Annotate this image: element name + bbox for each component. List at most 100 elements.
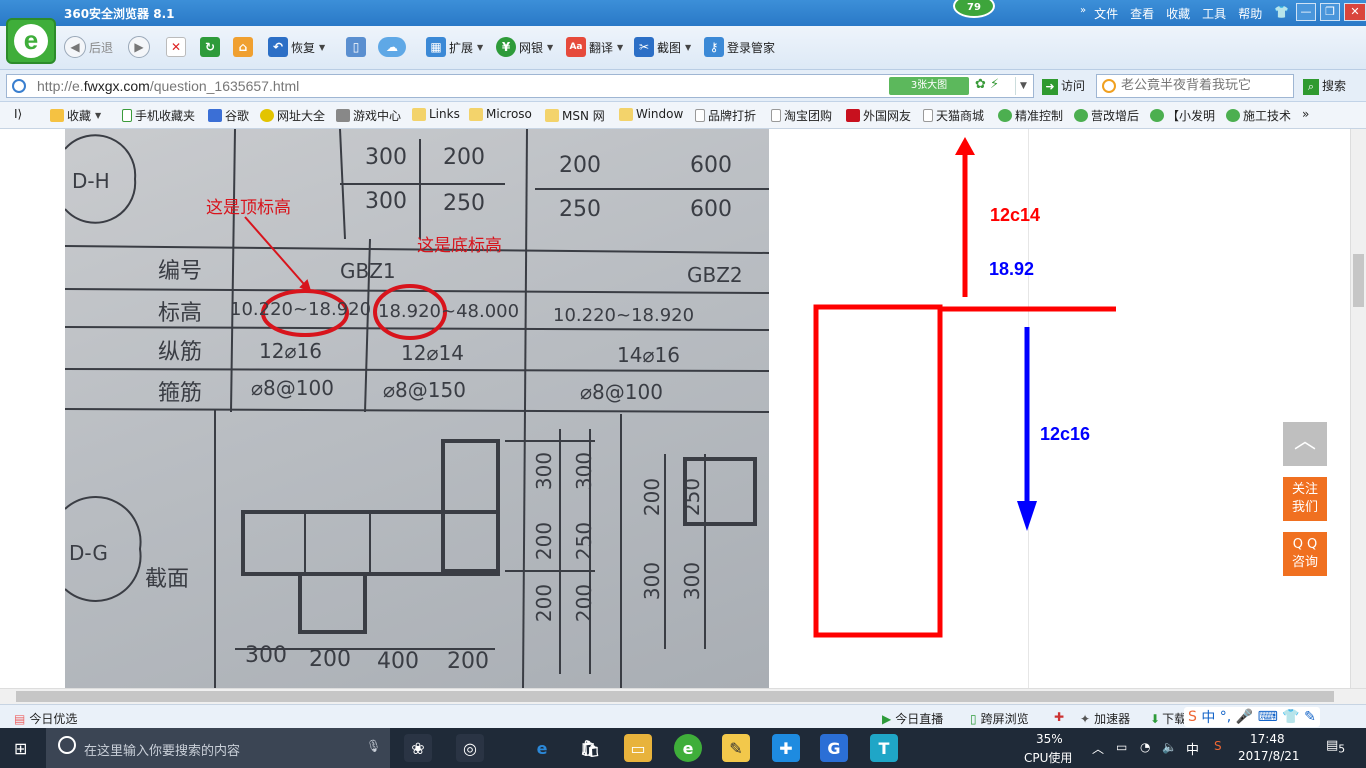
more-bookmarks-icon[interactable]: » — [1302, 107, 1309, 121]
window-title: 360安全浏览器 8.1 — [64, 7, 175, 21]
screenshot-button[interactable]: ✂ 截图 ▼ — [634, 36, 691, 58]
url-text[interactable]: http://e.fwxgx.com/question_1635657.html — [37, 78, 299, 94]
taskbar-search[interactable]: 在这里输入你要搜索的内容 🎙 — [46, 728, 390, 768]
bank-button[interactable]: ¥ 网银 ▼ — [496, 36, 553, 58]
bookmark-item[interactable]: Microso — [469, 107, 532, 121]
go-arrow-icon: ➜ — [1042, 79, 1058, 95]
gbz1-label: GBZ1 — [340, 259, 396, 283]
ime-indicator[interactable]: 中 — [1186, 739, 1199, 758]
plugin-icon[interactable]: ✚ — [1054, 710, 1064, 724]
big-pic-button[interactable]: 3张大图 — [889, 77, 969, 95]
app-swirl-icon[interactable]: ◎ — [456, 734, 484, 762]
search-button[interactable]: ⌕ 搜索 — [1303, 77, 1346, 95]
stop-button[interactable]: ✕ — [166, 36, 189, 58]
menu-tools[interactable]: 工具 — [1202, 5, 1226, 22]
wifi-icon[interactable]: ◔ — [1140, 740, 1150, 754]
notes-icon[interactable]: ✎ — [722, 734, 750, 762]
network-icon[interactable]: ▭ — [1116, 740, 1127, 754]
dim-label: 600 — [690, 153, 732, 178]
bookmark-favorites[interactable]: 收藏 ▼ — [50, 107, 101, 124]
refresh-button[interactable]: ↻ — [200, 36, 223, 58]
accelerator-button[interactable]: ✦ 加速器 — [1080, 710, 1130, 727]
scroll-thumb[interactable] — [16, 691, 1334, 702]
bookmark-item[interactable]: 外国网友 — [846, 107, 911, 124]
restore-button[interactable]: ↶ 恢复 ▼ — [268, 36, 325, 58]
windows-start-icon[interactable]: ⊞ — [14, 739, 27, 758]
cloud-button[interactable]: ☁ — [378, 36, 409, 58]
restore-label: 恢复 — [291, 40, 316, 55]
bookmark-item[interactable]: Links — [412, 107, 460, 121]
bookmark-item[interactable]: 淘宝团购 — [771, 107, 832, 124]
edge-icon[interactable]: e — [528, 734, 556, 762]
store-icon[interactable]: 🛍 — [576, 734, 604, 762]
bookmark-item[interactable]: MSN 网 — [545, 107, 605, 124]
login-manager-button[interactable]: ⚷ 登录管家 — [704, 36, 775, 58]
qq-consult-button[interactable]: Q Q 咨询 — [1283, 532, 1327, 576]
app-t-icon[interactable]: T — [870, 734, 898, 762]
bookmark-item[interactable]: 手机收藏夹 — [122, 107, 195, 124]
maximize-button[interactable]: ❐ — [1320, 3, 1340, 21]
back-button[interactable]: ◀ 后退 — [64, 36, 113, 58]
bookmark-item[interactable]: 游戏中心 — [336, 107, 401, 124]
notification-button[interactable]: ▤5 — [1326, 738, 1345, 756]
minimize-button[interactable]: — — [1296, 3, 1316, 21]
horizontal-scrollbar[interactable] — [0, 688, 1366, 704]
clock-date[interactable]: 2017/8/21 — [1238, 749, 1300, 763]
bookmark-item[interactable]: 精准控制 — [998, 107, 1063, 124]
page-icon — [695, 109, 705, 122]
visit-button[interactable]: ➜ 访问 — [1042, 77, 1085, 95]
live-button[interactable]: ▶ 今日直播 — [882, 710, 943, 727]
app-plus-icon[interactable]: ✚ — [772, 734, 800, 762]
file-explorer-icon[interactable]: ▭ — [624, 734, 652, 762]
menu-help[interactable]: 帮助 — [1238, 5, 1262, 22]
translate-button[interactable]: Aa 翻译 ▼ — [566, 36, 623, 58]
cloud-icon: ☁ — [378, 37, 406, 57]
ime-toolbar[interactable]: S 中 °, 🎤 ⌨ 👕 ✎ — [1184, 707, 1320, 727]
extend-button[interactable]: ▦ 扩展 ▼ — [426, 36, 483, 58]
menu-favorites[interactable]: 收藏 — [1166, 5, 1190, 22]
volume-icon[interactable]: 🔈 — [1162, 740, 1177, 754]
follow-us-button[interactable]: 关注 我们 — [1283, 477, 1327, 521]
close-button[interactable]: ✕ — [1344, 3, 1366, 21]
dim-label: 200 — [532, 583, 557, 623]
folder-icon — [469, 107, 483, 121]
cross-screen-button[interactable]: ▯ 跨屏浏览 — [970, 710, 1029, 727]
chevron-icon[interactable]: » — [1080, 5, 1086, 22]
menu-file[interactable]: 文件 — [1094, 5, 1118, 22]
search-input[interactable] — [1121, 78, 1291, 93]
today-pick-button[interactable]: ▤ 今日优选 — [14, 710, 77, 727]
app-g-icon[interactable]: G — [820, 734, 848, 762]
back-to-top-button[interactable]: ︿ — [1283, 422, 1327, 466]
score-badge[interactable]: 79 — [953, 0, 995, 18]
sidebar-toggle-icon[interactable]: I⟩ — [14, 107, 22, 121]
tray-chevron-icon[interactable]: ︿ — [1092, 740, 1104, 757]
bar-gbz1-a: 12⌀16 — [259, 339, 322, 363]
bookmark-item[interactable]: 【小发明 — [1150, 107, 1215, 124]
bookmark-item[interactable]: Window — [619, 107, 683, 121]
clock-time[interactable]: 17:48 — [1250, 732, 1285, 746]
bookmark-item[interactable]: 谷歌 — [208, 107, 249, 124]
mic-icon[interactable]: 🎙 — [366, 739, 381, 753]
scroll-thumb[interactable] — [1353, 254, 1364, 307]
bookmark-item[interactable]: 品牌打折 — [695, 107, 756, 124]
download-button[interactable]: ⬇ 下载 — [1150, 710, 1186, 727]
chevron-down-icon[interactable]: ▼ — [1015, 77, 1031, 95]
address-bar[interactable]: http://e.fwxgx.com/question_1635657.html… — [6, 74, 1034, 98]
home-button[interactable]: ⌂ — [233, 36, 256, 58]
section-label: 截面 — [145, 567, 190, 592]
bookmark-item[interactable]: 天猫商城 — [923, 107, 984, 124]
task-view-icon[interactable]: ❀ — [404, 734, 432, 762]
search-engine-icon[interactable] — [1102, 79, 1116, 93]
menu-view[interactable]: 查看 — [1130, 5, 1154, 22]
vertical-scrollbar[interactable] — [1350, 129, 1366, 688]
sogou-tray-icon[interactable]: S — [1214, 739, 1222, 753]
forward-button[interactable]: ▶ — [128, 36, 150, 58]
bookmark-item[interactable]: 施工技术 — [1226, 107, 1291, 124]
bookmark-item[interactable]: 营改增后 — [1074, 107, 1139, 124]
bookmark-item[interactable]: 网址大全 — [260, 107, 325, 124]
security-icons[interactable]: ✿ ⚡ — [975, 77, 999, 92]
browser-360-icon[interactable]: e — [674, 734, 702, 762]
phone-button[interactable]: ▯ — [346, 36, 369, 58]
gamepad-icon — [336, 109, 350, 122]
skin-icon[interactable]: 👕 — [1274, 5, 1289, 22]
